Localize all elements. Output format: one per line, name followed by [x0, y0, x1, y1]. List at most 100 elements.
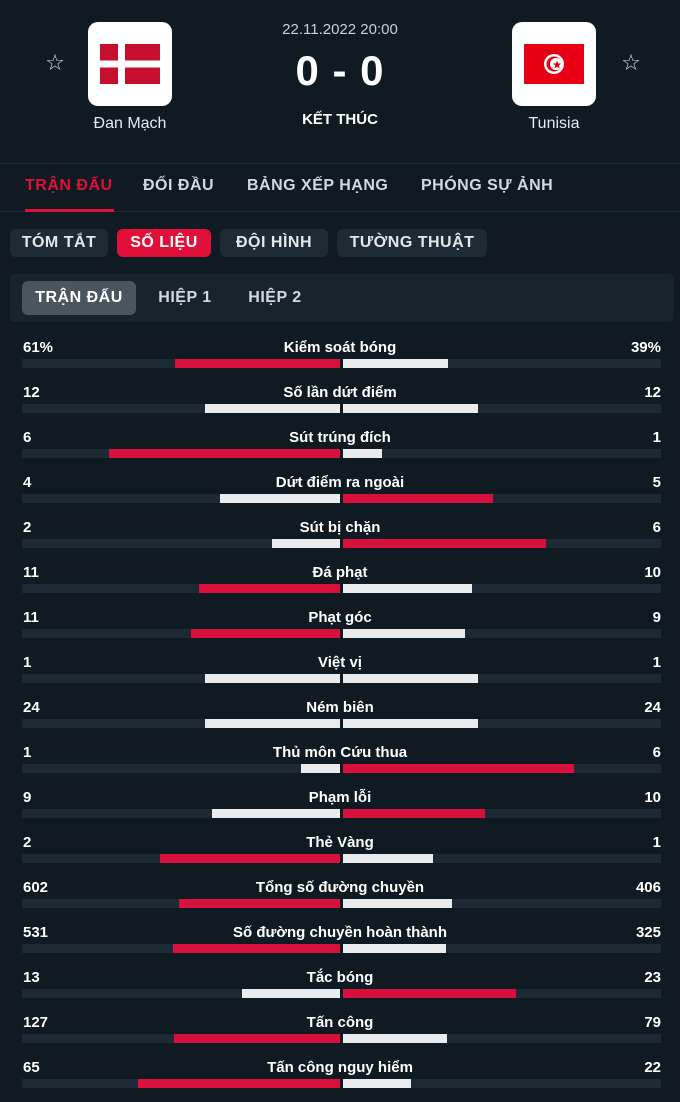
away-team-logo[interactable] — [512, 22, 596, 106]
away-bar — [343, 764, 574, 773]
home-bar — [220, 494, 340, 503]
stat-away-value: 6 — [652, 519, 661, 536]
tab-doi-dau[interactable]: ĐỐI ĐẦU — [143, 177, 214, 195]
away-bar-track — [343, 989, 661, 998]
stat-label: Đá phạt — [312, 564, 368, 581]
away-team-name[interactable]: Tunisia — [484, 115, 624, 133]
home-bar — [174, 1034, 340, 1043]
stat-away-value: 1 — [652, 834, 661, 851]
stat-label: Sút trúng đích — [289, 429, 391, 446]
home-bar — [109, 449, 340, 458]
stat-label: Kiểm soát bóng — [283, 339, 397, 356]
home-bar-track — [22, 449, 340, 458]
stat-away-value: 22 — [644, 1059, 661, 1076]
tab-phong-su-anh[interactable]: PHÓNG SỰ ẢNH — [421, 177, 553, 195]
stat-label: Tấn công nguy hiểm — [267, 1059, 413, 1076]
home-bar-track — [22, 629, 340, 638]
away-bar — [343, 449, 382, 458]
away-bar — [343, 584, 472, 593]
away-bar — [343, 1079, 411, 1088]
home-bar — [272, 539, 340, 548]
subtab-tom-tat[interactable]: TÓM TẮT — [10, 229, 108, 257]
subtab-doi-hinh[interactable]: ĐỘI HÌNH — [220, 229, 328, 257]
stat-away-value: 9 — [652, 609, 661, 626]
home-bar — [301, 764, 340, 773]
stat-away-value: 10 — [644, 789, 661, 806]
stat-row: 1 Việt vị 1 — [0, 652, 680, 697]
stat-row: 1 Thủ môn Cứu thua 6 — [0, 742, 680, 787]
away-bar-track — [343, 539, 661, 548]
period-hiep-2[interactable]: HIỆP 2 — [234, 281, 316, 315]
period-tran-dau[interactable]: TRẬN ĐẤU — [22, 281, 136, 315]
home-bar-track — [22, 1079, 340, 1088]
home-bar — [212, 809, 340, 818]
home-bar — [205, 719, 340, 728]
stat-row: 531 Số đường chuyền hoàn thành 325 — [0, 922, 680, 967]
home-bar — [199, 584, 340, 593]
stat-row: 9 Phạm lỗi 10 — [0, 787, 680, 832]
away-bar-track — [343, 449, 661, 458]
period-selector: TRẬN ĐẤU HIỆP 1 HIỆP 2 — [10, 274, 674, 322]
away-bar-track — [343, 1034, 661, 1043]
away-bar-track — [343, 584, 661, 593]
stat-label: Số lần dứt điểm — [283, 384, 397, 401]
away-bar — [343, 674, 478, 683]
away-bar-track — [343, 494, 661, 503]
subtab-so-lieu[interactable]: SỐ LIỆU — [117, 229, 211, 257]
stat-row: 602 Tổng số đường chuyền 406 — [0, 877, 680, 922]
active-tab-indicator — [25, 209, 114, 212]
home-bar-track — [22, 494, 340, 503]
stat-label: Tắc bóng — [306, 969, 374, 986]
period-hiep-1[interactable]: HIỆP 1 — [144, 281, 226, 315]
away-bar — [343, 629, 465, 638]
stat-row: 24 Ném biên 24 — [0, 697, 680, 742]
tab-bang-xep-hang[interactable]: BẢNG XẾP HẠNG — [247, 177, 388, 195]
away-bar-track — [343, 629, 661, 638]
home-bar — [205, 404, 340, 413]
home-bar — [179, 899, 340, 908]
away-bar — [343, 809, 485, 818]
home-bar-track — [22, 719, 340, 728]
away-bar — [343, 899, 452, 908]
stat-row: 11 Phạt góc 9 — [0, 607, 680, 652]
stat-label: Phạt góc — [308, 609, 372, 626]
match-header: ☆ Đan Mạch 22.11.2022 20:00 0 - 0 KẾT TH… — [0, 0, 680, 163]
stat-label: Sút bị chặn — [299, 519, 381, 536]
stat-away-value: 39% — [630, 339, 661, 356]
home-bar — [160, 854, 340, 863]
stat-label: Thẻ Vàng — [306, 834, 374, 851]
tab-tran-dau[interactable]: TRẬN ĐẤU — [25, 177, 113, 195]
stat-label: Thủ môn Cứu thua — [272, 744, 408, 761]
stat-away-value: 79 — [644, 1014, 661, 1031]
stat-away-value: 325 — [635, 924, 661, 941]
stat-label: Số đường chuyền hoàn thành — [232, 924, 448, 941]
home-bar-track — [22, 764, 340, 773]
favorite-away-star-icon[interactable]: ☆ — [619, 52, 643, 76]
stat-row: 61% Kiểm soát bóng 39% — [0, 337, 680, 382]
away-bar — [343, 1034, 447, 1043]
home-bar — [173, 944, 340, 953]
away-bar-track — [343, 809, 661, 818]
away-bar-track — [343, 719, 661, 728]
stat-away-value: 406 — [635, 879, 661, 896]
home-bar-track — [22, 539, 340, 548]
subtab-tuong-thuat[interactable]: TƯỜNG THUẬT — [337, 229, 487, 257]
stat-row: 12 Số lần dứt điểm 12 — [0, 382, 680, 427]
away-bar — [343, 944, 446, 953]
home-bar-track — [22, 404, 340, 413]
home-bar-track — [22, 674, 340, 683]
home-bar-track — [22, 1034, 340, 1043]
home-bar-track — [22, 854, 340, 863]
away-bar — [343, 719, 478, 728]
away-bar-track — [343, 674, 661, 683]
stat-label: Tấn công — [306, 1014, 374, 1031]
away-bar-track — [343, 1079, 661, 1088]
away-bar-track — [343, 854, 661, 863]
stat-row: 13 Tắc bóng 23 — [0, 967, 680, 1012]
away-bar — [343, 359, 448, 368]
stat-row: 2 Thẻ Vàng 1 — [0, 832, 680, 877]
away-bar — [343, 404, 478, 413]
stat-row: 127 Tấn công 79 — [0, 1012, 680, 1057]
home-bar — [175, 359, 340, 368]
home-bar — [242, 989, 340, 998]
